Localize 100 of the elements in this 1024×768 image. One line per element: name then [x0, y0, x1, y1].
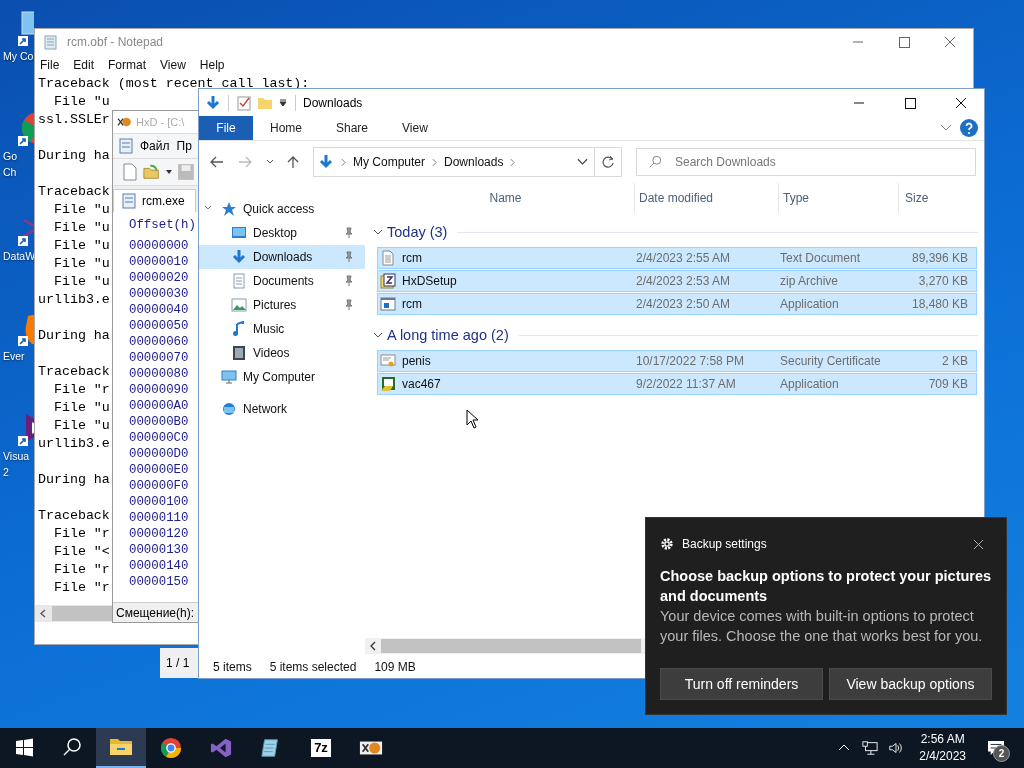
nav-item[interactable]: Music	[199, 317, 365, 341]
size-cell-text: 709 KB	[927, 377, 969, 391]
pin-icon[interactable]	[343, 275, 355, 287]
scrollbar-thumb[interactable]	[381, 639, 641, 653]
file-row[interactable]: rcm 2/4/2023 2:55 AM Text Document 89,396 KB	[377, 247, 977, 269]
chevron-icon[interactable]	[373, 330, 383, 340]
menu-item[interactable]: Файл	[140, 139, 170, 153]
offset-label: 000000A0	[129, 398, 189, 414]
text-line: During ha	[38, 147, 110, 165]
toast-button[interactable]: View backup options	[829, 668, 992, 700]
file-row[interactable]: vac467 9/2/2022 11:37 AM Application 709 KB	[377, 373, 977, 395]
up-button[interactable]	[285, 154, 301, 170]
picture-icon	[231, 297, 247, 313]
status-text: Смещение(h):	[116, 605, 194, 620]
text-line: File "u	[52, 93, 110, 111]
ribbon-tab[interactable]: Share	[319, 116, 386, 140]
pin-icon[interactable]	[343, 227, 355, 239]
document-tab[interactable]: rcm.exe	[113, 189, 196, 212]
offset-label: 000000F0	[129, 478, 189, 494]
properties-icon[interactable]	[236, 94, 252, 111]
status-text: 5 items	[213, 660, 252, 674]
column-header[interactable]: Type	[779, 183, 899, 213]
size-cell-text: 89,396 KB	[910, 251, 969, 265]
ribbon-tab[interactable]: Home	[253, 116, 319, 140]
dropdown-icon[interactable]	[278, 97, 288, 108]
volume-icon[interactable]	[888, 740, 905, 756]
menu-item[interactable]: View	[160, 58, 186, 72]
document-icon	[231, 273, 247, 289]
monitor-icon	[221, 369, 237, 385]
nav-item[interactable]: Downloads	[199, 245, 365, 269]
column-header[interactable]: Size	[899, 183, 971, 213]
nav-item[interactable]: Documents	[199, 269, 365, 293]
download-arrow-icon[interactable]	[205, 94, 221, 111]
nav-item[interactable]: Quick access	[199, 197, 365, 221]
file-row[interactable]: penis 10/17/2022 7:58 PM Security Certificate 2 KB	[377, 350, 977, 372]
pin-icon[interactable]	[343, 299, 355, 311]
text-file-icon	[380, 250, 396, 266]
text-line: File "r	[52, 579, 110, 597]
file-row[interactable]: HxDSetup 2/4/2023 2:53 AM zip Archive 3,270 KB	[377, 270, 977, 292]
page-status: 1 / 1	[166, 656, 190, 670]
menu-item[interactable]: Пр	[176, 139, 192, 153]
offset-label: 00000060	[129, 334, 189, 350]
breadcrumb-item[interactable]: My Computer	[353, 155, 426, 169]
file-icon	[119, 138, 133, 154]
date-cell-text: 10/17/2022 7:58 PM	[636, 354, 746, 368]
folder-icon[interactable]	[96, 728, 146, 768]
network-icon	[221, 401, 237, 417]
ribbon-tab[interactable]: File	[199, 116, 253, 140]
offset-header: Offset(h)	[129, 218, 196, 234]
breadcrumb-item[interactable]: Downloads	[444, 155, 504, 169]
text-line: File "r	[52, 381, 110, 399]
window-title: Downloads	[303, 95, 363, 110]
ribbon-tab[interactable]: View	[385, 116, 445, 140]
text-line: During ha	[38, 471, 110, 489]
window-title: rcm.obf - Notepad	[67, 35, 164, 49]
nav-item[interactable]: Videos	[199, 341, 365, 365]
offset-label: 00000000	[129, 238, 189, 254]
chevron-icon[interactable]	[373, 227, 383, 237]
scrollbar-thumb[interactable]	[52, 606, 112, 621]
back-button[interactable]	[209, 154, 225, 170]
pin-icon[interactable]	[343, 251, 355, 263]
nav-item[interactable]: My Computer	[199, 365, 365, 389]
menu-item[interactable]: Help	[199, 58, 225, 72]
dropdown-icon[interactable]	[577, 158, 588, 166]
group-header[interactable]: Today (3)	[387, 224, 448, 240]
menu-item[interactable]: Format	[108, 58, 147, 72]
help-icon[interactable]	[960, 119, 978, 137]
refresh-button[interactable]	[594, 147, 622, 177]
offset-label: 00000090	[129, 382, 189, 398]
file-name: rcm	[402, 297, 422, 311]
clock[interactable]: 2:56 AM 2/4/2023	[909, 731, 976, 765]
close-button[interactable]	[973, 538, 984, 550]
nav-item[interactable]: Network	[199, 397, 365, 421]
column-header[interactable]: Name	[373, 183, 635, 213]
text-line: File "<	[52, 543, 110, 561]
menu-item[interactable]: Edit	[73, 58, 95, 72]
offset-label: 000000B0	[129, 414, 189, 430]
address-bar[interactable]: My Computer Downloads	[313, 147, 595, 177]
date-cell-text: 9/2/2022 11:37 AM	[636, 377, 737, 391]
size-cell-text: 18,480 KB	[910, 297, 969, 311]
network-icon[interactable]	[862, 740, 879, 756]
nav-item[interactable]: Desktop	[199, 221, 365, 245]
toast-button[interactable]: Turn off reminders	[660, 668, 823, 700]
offset-label: 00000100	[129, 494, 189, 510]
text-line: File "u	[52, 255, 110, 273]
type-cell-text: Application	[780, 297, 840, 311]
column-header[interactable]: Date modified	[635, 183, 779, 213]
file-row[interactable]: rcm 2/4/2023 2:50 AM Application 18,480 KB	[377, 293, 977, 315]
text-line: Traceback	[38, 363, 110, 381]
desktop-icon-label: Visua 2	[3, 449, 30, 480]
search-field[interactable]: Search Downloads	[636, 148, 976, 176]
dropdown-icon[interactable]	[165, 168, 173, 176]
text-line: File "u	[52, 399, 110, 417]
nav-item[interactable]: Pictures	[199, 293, 365, 317]
menu-item[interactable]: File	[40, 58, 60, 72]
toast-message: Your device comes with built-in options to protect your files. Choose the one that works best for you.	[660, 607, 984, 646]
text-line: Traceback	[38, 183, 110, 201]
group-header[interactable]: A long time ago (2)	[387, 327, 509, 343]
offset-label: 000000D0	[129, 446, 189, 462]
archive-app-button[interactable]: 7z	[296, 728, 346, 768]
